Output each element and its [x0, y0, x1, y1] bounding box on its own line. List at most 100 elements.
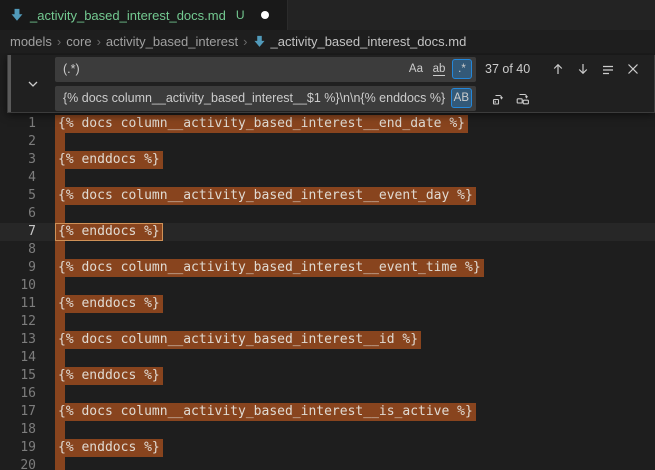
line-text: {% enddocs %}	[55, 223, 163, 241]
chevron-right-icon: ›	[57, 34, 61, 49]
code-line[interactable]: 20	[0, 457, 655, 470]
line-text: {% enddocs %}	[55, 367, 163, 385]
code-line[interactable]: 18	[0, 421, 655, 439]
find-match-highlight	[55, 457, 65, 470]
line-number: 4	[0, 169, 36, 187]
dirty-indicator-icon[interactable]	[261, 11, 269, 19]
line-number: 13	[0, 331, 36, 349]
code-line[interactable]: 13 {% docs column__activity_based_interes…	[0, 331, 655, 349]
current-find-match: {% enddocs %}	[55, 223, 163, 241]
code-line[interactable]: 9{% docs column__activity_based_interest…	[0, 259, 655, 277]
code-line[interactable]: 3 {% enddocs %}	[0, 151, 655, 169]
replace-icon	[491, 91, 506, 106]
find-in-selection-icon	[601, 62, 615, 76]
find-match-highlight	[55, 205, 65, 223]
arrow-up-icon	[551, 62, 565, 76]
replace-row: AB	[55, 86, 648, 111]
find-match-highlight: {% docs column__activity_based_interest_…	[55, 331, 421, 349]
find-match-highlight	[55, 349, 65, 367]
breadcrumb-item-file[interactable]: _activity_based_interest_docs.md	[253, 34, 467, 49]
find-inputbox: Aa ab .*	[55, 57, 476, 82]
find-input[interactable]	[63, 57, 403, 82]
find-match-highlight: {% docs column__activity_based_interest_…	[55, 187, 476, 205]
code-line[interactable]: 16	[0, 385, 655, 403]
code-line[interactable]: 11 {% enddocs %}	[0, 295, 655, 313]
line-number: 2	[0, 133, 36, 151]
regex-toggle[interactable]: .*	[452, 59, 472, 79]
code-line[interactable]: 2	[0, 133, 655, 151]
code-line[interactable]: 15 {% enddocs %}	[0, 367, 655, 385]
close-find-button[interactable]	[622, 58, 644, 80]
code-line[interactable]: 10	[0, 277, 655, 295]
next-match-button[interactable]	[572, 58, 594, 80]
line-number: 15	[0, 367, 36, 385]
line-number: 18	[0, 421, 36, 439]
replace-all-button[interactable]	[512, 87, 534, 109]
line-text: {% docs column__activity_based_interest_…	[55, 403, 476, 421]
line-number: 14	[0, 349, 36, 367]
code-line[interactable]: 8	[0, 241, 655, 259]
replace-all-icon	[515, 91, 531, 106]
tab-filename: _activity_based_interest_docs.md	[30, 8, 226, 23]
line-number: 17	[0, 403, 36, 421]
code-line[interactable]: 1{% docs column__activity_based_interest…	[0, 115, 655, 133]
chevron-right-icon: ›	[243, 34, 247, 49]
code-line[interactable]: 4	[0, 169, 655, 187]
find-match-highlight: {% enddocs %}	[55, 295, 163, 313]
line-text: {% docs column__activity_based_interest_…	[55, 331, 421, 349]
code-line[interactable]: 19 {% enddocs %}	[0, 439, 655, 457]
find-match-highlight	[55, 385, 65, 403]
replace-input[interactable]	[63, 86, 448, 111]
editor-tab[interactable]: _activity_based_interest_docs.md U	[0, 0, 288, 30]
markdown-file-icon	[10, 8, 24, 22]
editor-pane[interactable]: 1{% docs column__activity_based_interest…	[0, 53, 655, 470]
line-text: {% enddocs %}	[55, 151, 163, 169]
breadcrumb-item-models[interactable]: models	[10, 34, 52, 49]
vscode-window: _activity_based_interest_docs.md U model…	[0, 0, 655, 470]
line-number: 11	[0, 295, 36, 313]
line-number: 10	[0, 277, 36, 295]
line-number: 8	[0, 241, 36, 259]
close-icon	[627, 63, 639, 75]
whole-word-toggle[interactable]: ab	[429, 59, 449, 79]
line-number: 16	[0, 385, 36, 403]
find-match-highlight	[55, 277, 65, 295]
breadcrumb: models › core › activity_based_interest › _act…	[0, 30, 655, 53]
code-lines: 1{% docs column__activity_based_interest…	[0, 53, 655, 470]
previous-match-button[interactable]	[547, 58, 569, 80]
replace-inputbox: AB	[55, 86, 476, 111]
find-match-highlight: {% docs column__activity_based_interest_…	[55, 403, 476, 421]
find-match-highlight: {% docs column__activity_based_interest_…	[55, 115, 468, 133]
find-match-highlight	[55, 421, 65, 439]
toggle-replace-button[interactable]	[11, 55, 55, 112]
line-text: {% docs column__activity_based_interest_…	[55, 259, 484, 277]
line-text: {% enddocs %}	[55, 295, 163, 313]
find-match-highlight: {% enddocs %}	[55, 367, 163, 385]
line-number: 19	[0, 439, 36, 457]
line-number: 5	[0, 187, 36, 205]
chevron-right-icon: ›	[97, 34, 101, 49]
code-line[interactable]: 5 {% docs column__activity_based_interest…	[0, 187, 655, 205]
code-line[interactable]: 17 {% docs column__activity_based_interes…	[0, 403, 655, 421]
code-line[interactable]: 12	[0, 313, 655, 331]
markdown-file-icon	[253, 35, 266, 48]
code-line[interactable]: 7 {% enddocs %}	[0, 223, 655, 241]
line-number: 7	[0, 223, 36, 241]
find-row: Aa ab .* 37 of 40	[55, 57, 648, 82]
preserve-case-toggle[interactable]: AB	[451, 88, 472, 108]
chevron-down-icon	[27, 78, 39, 90]
replace-button[interactable]	[487, 87, 509, 109]
find-in-selection-button[interactable]	[597, 58, 619, 80]
line-number: 3	[0, 151, 36, 169]
breadcrumb-item-core[interactable]: core	[66, 34, 91, 49]
line-text: {% docs column__activity_based_interest_…	[55, 115, 468, 133]
line-number: 12	[0, 313, 36, 331]
line-text: {% enddocs %}	[55, 439, 163, 457]
code-line[interactable]: 14	[0, 349, 655, 367]
match-case-toggle[interactable]: Aa	[406, 59, 426, 79]
find-match-highlight	[55, 241, 65, 259]
line-number: 20	[0, 457, 36, 470]
breadcrumb-file-label: _activity_based_interest_docs.md	[271, 34, 467, 49]
breadcrumb-item-activity_based_interest[interactable]: activity_based_interest	[106, 34, 238, 49]
code-line[interactable]: 6	[0, 205, 655, 223]
